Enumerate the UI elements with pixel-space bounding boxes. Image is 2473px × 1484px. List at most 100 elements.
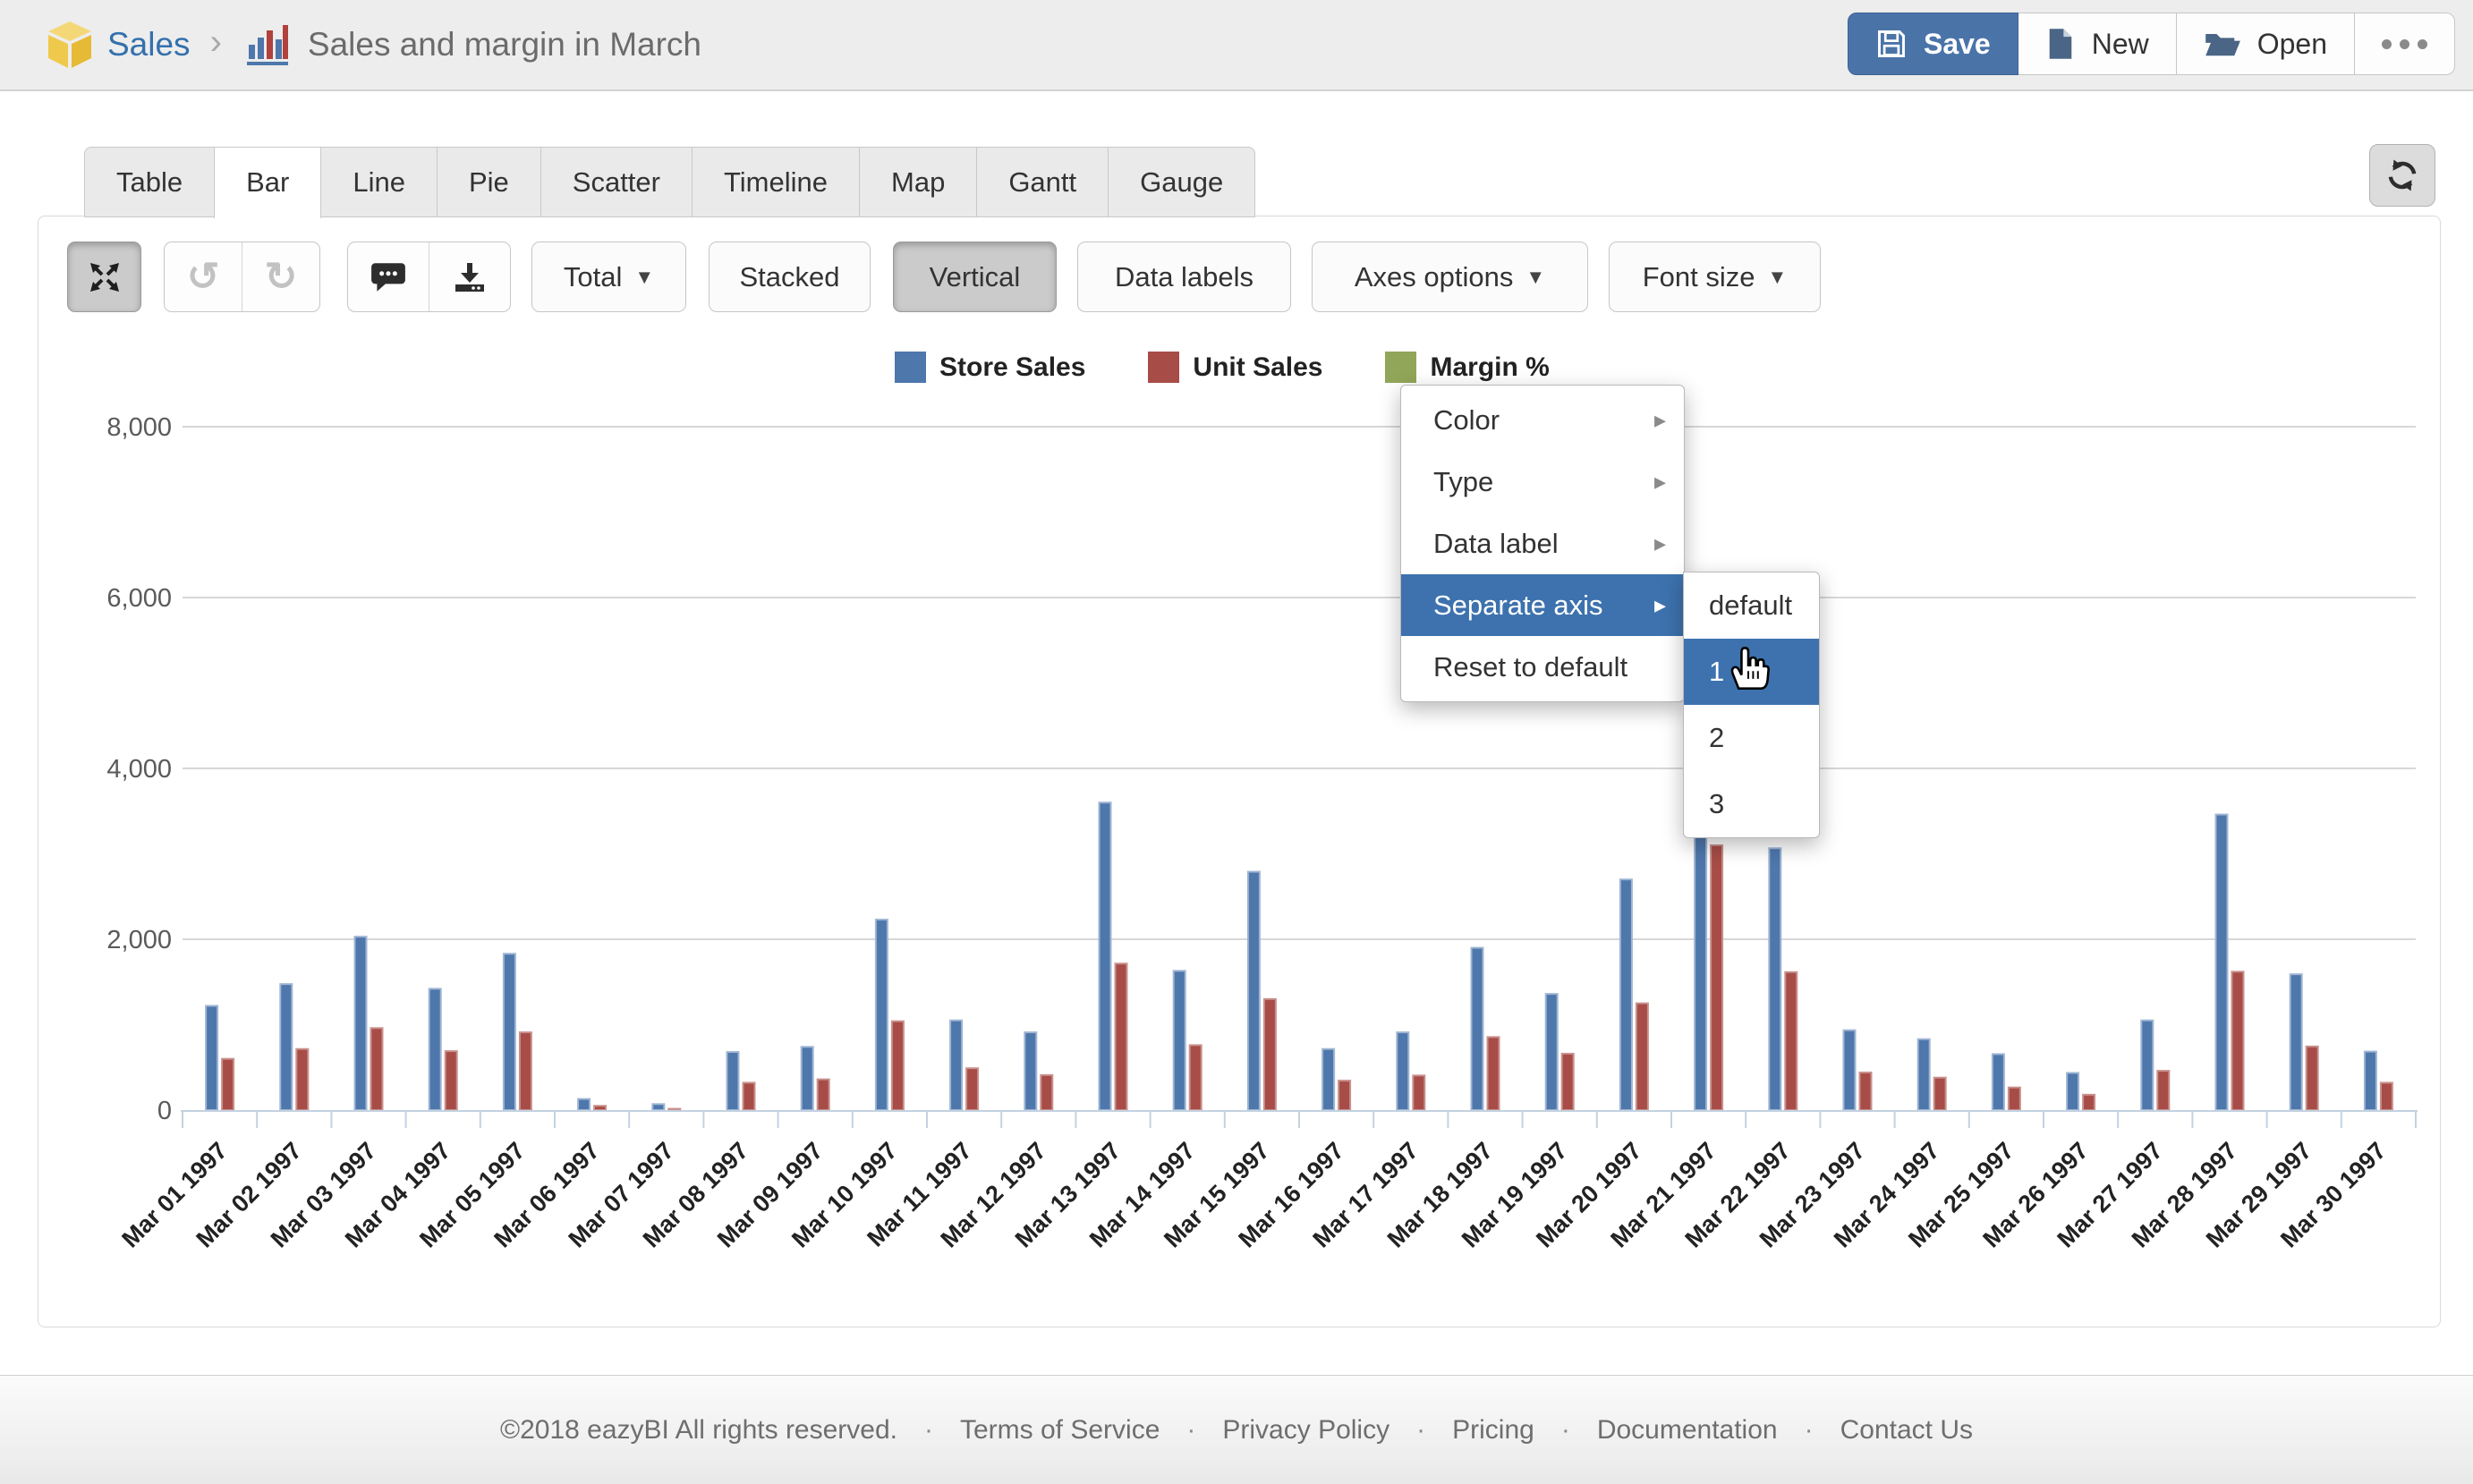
bar-unit-sales[interactable] [520, 1032, 531, 1110]
menu-item-reset-to-default[interactable]: Reset to default [1401, 636, 1684, 698]
bar-store-sales[interactable] [2067, 1073, 2078, 1110]
tab-map[interactable]: Map [859, 147, 977, 217]
axes-options-button[interactable]: Axes options ▼ [1312, 242, 1588, 312]
bar-store-sales[interactable] [280, 984, 292, 1110]
stacked-button[interactable]: Stacked [709, 242, 871, 312]
bar-store-sales[interactable] [1769, 848, 1780, 1110]
bar-store-sales[interactable] [206, 1005, 217, 1110]
bar-store-sales[interactable] [1918, 1039, 1930, 1110]
tab-line[interactable]: Line [320, 147, 438, 217]
bar-store-sales[interactable] [727, 1052, 739, 1110]
tab-timeline[interactable]: Timeline [692, 147, 860, 217]
bar-unit-sales[interactable] [744, 1082, 755, 1110]
bar-store-sales[interactable] [1472, 948, 1483, 1110]
bar-unit-sales[interactable] [966, 1068, 978, 1110]
tab-gauge[interactable]: Gauge [1108, 147, 1255, 217]
submenu-item-default[interactable]: default [1684, 572, 1819, 639]
bar-store-sales[interactable] [355, 937, 367, 1110]
bar-unit-sales[interactable] [371, 1028, 383, 1110]
bar-unit-sales[interactable] [1562, 1054, 1574, 1110]
redo-button[interactable]: ↻ [242, 242, 319, 311]
bar-unit-sales[interactable] [1934, 1078, 1946, 1110]
legend-item-unit-sales[interactable]: Unit Sales [1148, 352, 1322, 383]
bar-store-sales[interactable] [504, 954, 515, 1110]
menu-item-color[interactable]: Color▸ [1401, 389, 1684, 451]
bar-store-sales[interactable] [1174, 971, 1186, 1110]
bar-store-sales[interactable] [1620, 879, 1632, 1110]
total-button[interactable]: Total ▼ [531, 242, 686, 312]
bar-store-sales[interactable] [1248, 872, 1260, 1110]
undo-button[interactable]: ↺ [165, 242, 242, 311]
tab-pie[interactable]: Pie [437, 147, 541, 217]
legend-swatch [895, 352, 926, 383]
bar-unit-sales[interactable] [1338, 1081, 1350, 1110]
menu-item-data-label[interactable]: Data label▸ [1401, 513, 1684, 574]
bar-store-sales[interactable] [1100, 802, 1111, 1110]
bar-store-sales[interactable] [652, 1104, 664, 1110]
bar-unit-sales[interactable] [1041, 1075, 1052, 1110]
menu-item-separate-axis[interactable]: Separate axis ▸ [1401, 574, 1684, 636]
bar-unit-sales[interactable] [222, 1059, 234, 1110]
bar-store-sales[interactable] [2141, 1021, 2153, 1110]
bar-unit-sales[interactable] [1636, 1004, 1648, 1110]
bar-store-sales[interactable] [2216, 815, 2228, 1110]
download-button[interactable] [429, 242, 510, 311]
submenu-item-3[interactable]: 3 [1684, 771, 1819, 837]
bar-unit-sales[interactable] [296, 1049, 308, 1110]
bar-unit-sales[interactable] [1860, 1073, 1872, 1110]
bar-unit-sales[interactable] [2157, 1071, 2169, 1110]
bar-unit-sales[interactable] [1116, 963, 1127, 1110]
vertical-button[interactable]: Vertical [893, 242, 1057, 312]
data-labels-button[interactable]: Data labels [1077, 242, 1291, 312]
bar-unit-sales[interactable] [446, 1051, 457, 1110]
bar-unit-sales[interactable] [818, 1080, 829, 1110]
bar-unit-sales[interactable] [1413, 1075, 1424, 1110]
bar-unit-sales[interactable] [2381, 1082, 2392, 1110]
submenu-arrow-icon: ▸ [1654, 574, 1666, 636]
legend-item-store-sales[interactable]: Store Sales [895, 352, 1085, 383]
bar-unit-sales[interactable] [1190, 1045, 1202, 1110]
bar-store-sales[interactable] [2365, 1052, 2376, 1110]
chart-type-tabs: TableBarLinePieScatterTimelineMapGanttGa… [84, 147, 1254, 218]
caret-down-icon: ▼ [1768, 266, 1788, 289]
comment-button[interactable] [348, 242, 429, 311]
bar-store-sales[interactable] [950, 1021, 962, 1110]
tab-bar[interactable]: Bar [214, 147, 321, 218]
menu-item-type[interactable]: Type▸ [1401, 451, 1684, 513]
legend-label: Unit Sales [1193, 352, 1322, 383]
bar-unit-sales[interactable] [2307, 1047, 2318, 1110]
font-size-button[interactable]: Font size ▼ [1609, 242, 1821, 312]
tab-scatter[interactable]: Scatter [540, 147, 693, 217]
bar-store-sales[interactable] [429, 988, 441, 1110]
caret-down-icon: ▼ [1525, 266, 1545, 289]
bar-unit-sales[interactable] [2009, 1088, 2020, 1110]
bar-store-sales[interactable] [2290, 974, 2302, 1110]
bar-unit-sales[interactable] [2232, 971, 2244, 1110]
redo-icon: ↻ [265, 254, 298, 300]
bar-unit-sales[interactable] [668, 1109, 680, 1110]
tab-table[interactable]: Table [84, 147, 215, 217]
y-axis-label: 0 [157, 1097, 172, 1125]
bar-unit-sales[interactable] [594, 1106, 606, 1110]
bar-store-sales[interactable] [1546, 994, 1558, 1110]
bar-unit-sales[interactable] [1711, 845, 1722, 1110]
bar-store-sales[interactable] [1993, 1054, 2004, 1110]
bar-store-sales[interactable] [876, 920, 888, 1110]
bar-store-sales[interactable] [802, 1047, 813, 1110]
bar-unit-sales[interactable] [892, 1022, 904, 1110]
y-axis-label: 8,000 [106, 413, 172, 442]
bar-store-sales[interactable] [1397, 1032, 1408, 1110]
tab-gantt[interactable]: Gantt [976, 147, 1109, 217]
bar-unit-sales[interactable] [1785, 972, 1797, 1110]
legend-item-margin-[interactable]: Margin % [1385, 352, 1549, 383]
menu-item-label: Separate axis [1433, 589, 1603, 621]
submenu-item-2[interactable]: 2 [1684, 705, 1819, 771]
bar-store-sales[interactable] [578, 1099, 590, 1110]
fullscreen-button[interactable] [67, 242, 141, 312]
bar-store-sales[interactable] [1844, 1030, 1856, 1110]
bar-store-sales[interactable] [1024, 1032, 1036, 1110]
bar-unit-sales[interactable] [2083, 1095, 2095, 1110]
bar-unit-sales[interactable] [1264, 999, 1276, 1110]
bar-unit-sales[interactable] [1488, 1037, 1500, 1110]
bar-store-sales[interactable] [1322, 1049, 1334, 1110]
